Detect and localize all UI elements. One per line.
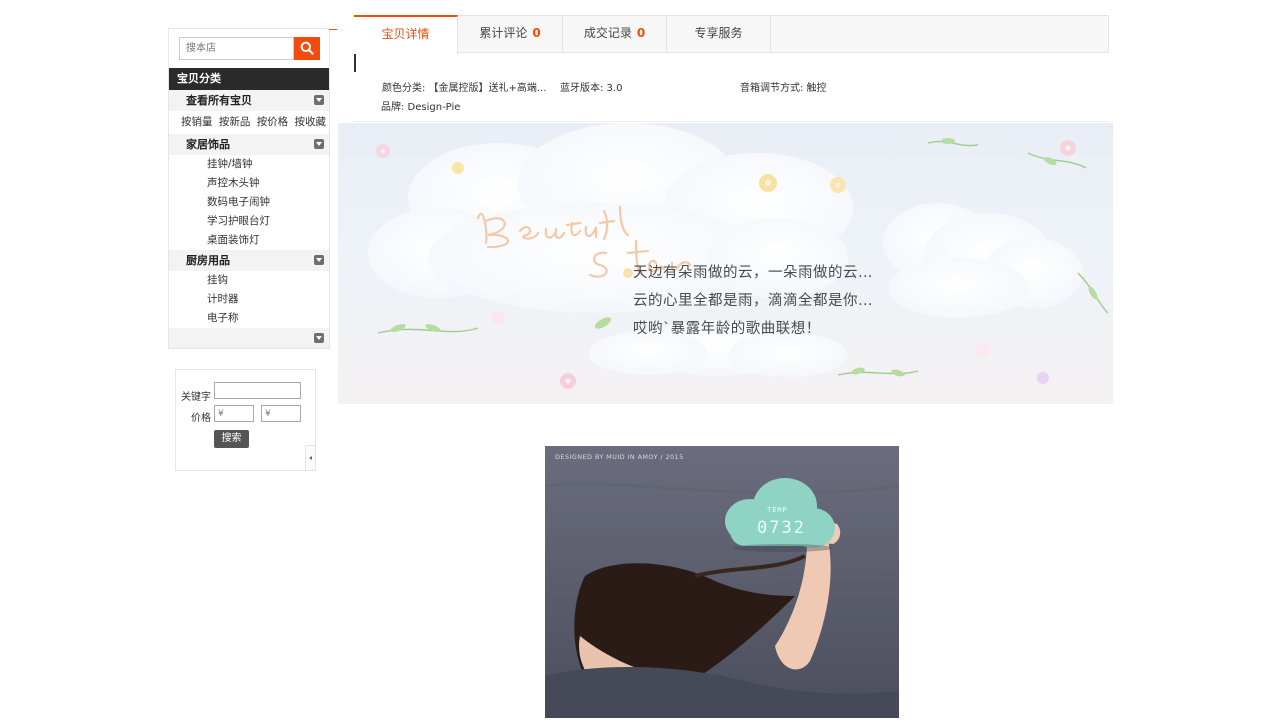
- search-filter-box: 关键字 价格 搜索: [175, 369, 316, 471]
- shop-search-box: [168, 28, 337, 68]
- category-group-kitchen[interactable]: 厨房用品: [169, 250, 329, 271]
- sort-by-new[interactable]: 按新品: [219, 116, 251, 128]
- category-panel: 宝贝分类 查看所有宝贝 按销量 按新品 按价格 按收藏 家居饰品 挂钟/墙钟 声…: [168, 68, 330, 349]
- tab-transactions[interactable]: 成交记录 0: [563, 15, 667, 53]
- sort-options: 按销量 按新品 按价格 按收藏: [169, 111, 329, 134]
- clock-label: TEMP: [767, 506, 788, 514]
- keyword-label: 关键字: [181, 392, 211, 403]
- category-item-decor-lamp[interactable]: 桌面装饰灯: [169, 231, 329, 250]
- attr-bluetooth: 蓝牙版本: 3.0: [560, 83, 623, 94]
- attr-color: 颜色分类: 【金属控版】送礼+高端...: [382, 83, 547, 94]
- tab-exclusive-service[interactable]: 专享服务: [667, 15, 771, 53]
- sort-by-price[interactable]: 按价格: [257, 116, 289, 128]
- category-item-wall-clock[interactable]: 挂钟/墙钟: [169, 155, 329, 174]
- sleeping-girl-with-cloud-clock: TEMP 0732: [545, 446, 899, 718]
- price-min-input[interactable]: [214, 405, 254, 422]
- product-photo: TEMP 0732 DESIGNED BY MUID IN AMOY / 201…: [545, 446, 899, 718]
- collapse-handle[interactable]: [305, 445, 316, 471]
- tab-label: 宝贝详情: [381, 27, 430, 41]
- product-attributes: 颜色分类: 【金属控版】送礼+高端... 蓝牙版本: 3.0 音箱调节方式: 触…: [354, 54, 1109, 122]
- category-group-label: 家居饰品: [186, 138, 230, 151]
- filter-search-button[interactable]: 搜索: [214, 430, 249, 448]
- shop-search-input[interactable]: [179, 37, 294, 60]
- category-group-next[interactable]: [169, 328, 329, 348]
- keyword-input[interactable]: [214, 382, 301, 399]
- transaction-count: 0: [636, 26, 646, 40]
- category-item-desk-lamp[interactable]: 学习护眼台灯: [169, 212, 329, 231]
- sort-by-sales[interactable]: 按销量: [181, 116, 213, 128]
- description-banner: 天边有朵雨做的云，一朵雨做的云… 云的心里全都是雨，滴滴全都是你… 哎哟`暴露年…: [338, 123, 1113, 404]
- category-item-voice-wood-clock[interactable]: 声控木头钟: [169, 174, 329, 193]
- category-group-home-decor[interactable]: 家居饰品: [169, 134, 329, 155]
- attr-volume-control: 音箱调节方式: 触控: [740, 83, 827, 94]
- collapse-toggle-icon[interactable]: [314, 95, 324, 105]
- photo-caption: DESIGNED BY MUID IN AMOY / 2015: [555, 453, 684, 461]
- price-label: 价格: [191, 413, 211, 424]
- collapse-toggle-icon[interactable]: [314, 255, 324, 265]
- category-group-label: 厨房用品: [186, 254, 230, 267]
- price-max-input[interactable]: [261, 405, 301, 422]
- tab-reviews[interactable]: 累计评论 0: [458, 15, 563, 53]
- category-item-digital-alarm[interactable]: 数码电子闹钟: [169, 193, 329, 212]
- banner-line-1: 天边有朵雨做的云，一朵雨做的云…: [633, 265, 873, 281]
- category-item-timer[interactable]: 计时器: [169, 290, 329, 309]
- category-all-items[interactable]: 查看所有宝贝: [169, 90, 329, 111]
- detail-tabbar: 宝贝详情 累计评论 0 成交记录 0 专享服务: [354, 15, 1109, 54]
- shop-search-button[interactable]: [294, 37, 320, 60]
- attr-brand: 品牌: Design-Pie: [381, 102, 461, 113]
- tab-label: 成交记录: [583, 26, 632, 40]
- clock-time: 0732: [757, 518, 806, 538]
- category-panel-title: 宝贝分类: [169, 68, 329, 90]
- review-count: 0: [532, 26, 541, 40]
- category-item-scale[interactable]: 电子称: [169, 309, 329, 328]
- banner-line-3: 哎哟`暴露年龄的歌曲联想！: [633, 321, 821, 337]
- banner-line-2: 云的心里全都是雨，滴滴全都是你…: [633, 293, 873, 309]
- search-icon: [300, 41, 314, 55]
- category-item-hook[interactable]: 挂钩: [169, 271, 329, 290]
- tab-item-details[interactable]: 宝贝详情: [354, 15, 458, 54]
- sort-by-favorites[interactable]: 按收藏: [295, 116, 327, 128]
- collapse-toggle-icon[interactable]: [314, 139, 324, 149]
- collapse-toggle-icon[interactable]: [314, 333, 324, 343]
- tab-label: 累计评论: [479, 26, 528, 40]
- category-group-label: 查看所有宝贝: [186, 94, 252, 107]
- tab-label: 专享服务: [694, 26, 743, 40]
